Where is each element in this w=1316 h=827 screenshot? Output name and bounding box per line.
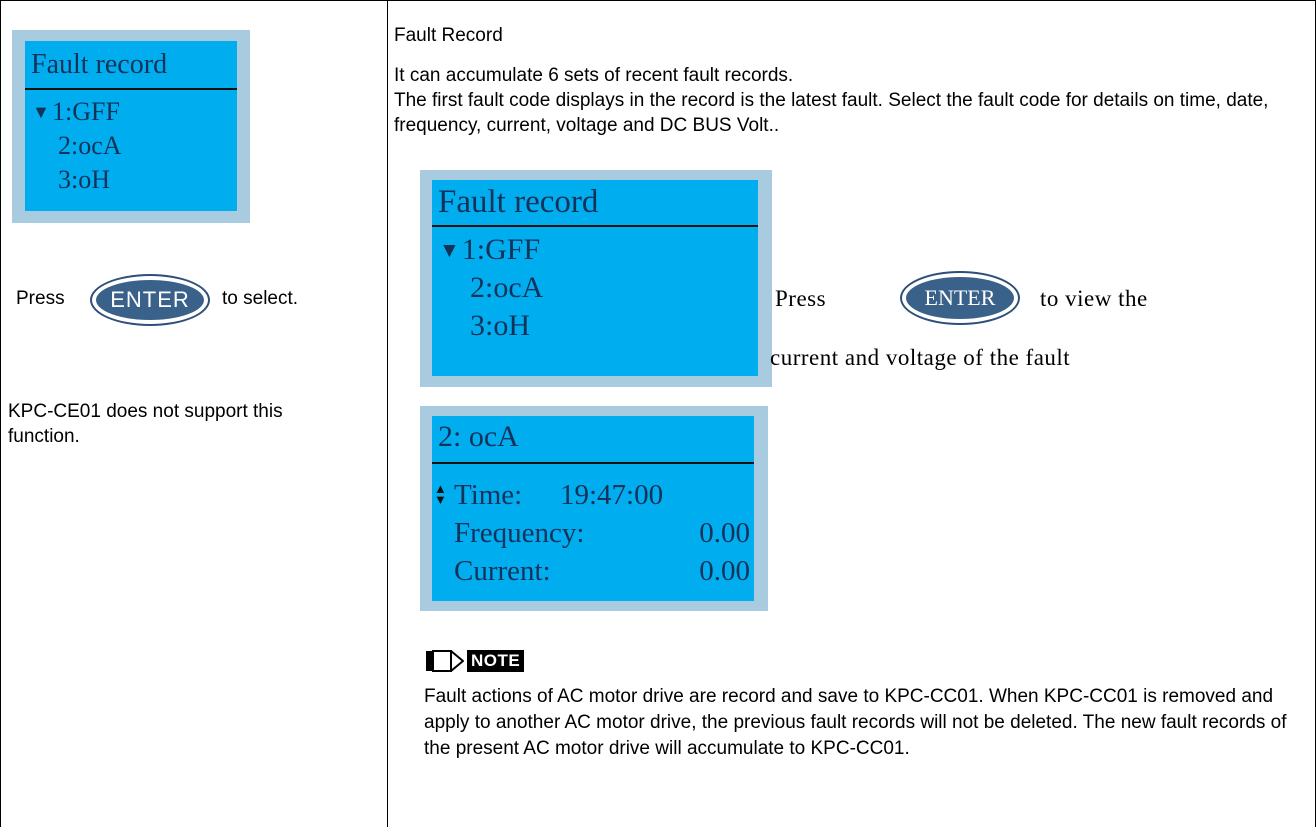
lcd-fault-record-right: Fault record ▼1:GFF 2:ocA 3:oH (420, 170, 772, 387)
enter-button-left[interactable]: ENTER (90, 274, 210, 326)
lcd-current-label: Current: (454, 555, 551, 587)
lcd-item-2: 2:ocA (58, 131, 122, 160)
lcd-item-2: 2:ocA (470, 271, 544, 304)
down-triangle-icon: ▼ (439, 238, 460, 262)
lcd-time-value: 19:47:00 (560, 479, 664, 511)
lcd-item-3: 3:oH (58, 165, 110, 194)
lcd-title: Fault record (31, 49, 168, 80)
lcd-title: 2: ocA (438, 420, 519, 453)
lcd-item-1: ▼1:GFF (32, 97, 120, 126)
enter-button-right[interactable]: ENTER (900, 271, 1020, 325)
press-label-right: Press (775, 286, 827, 311)
note-text: Fault actions of AC motor drive are reco… (424, 686, 1287, 759)
lcd-current-value: 0.00 (699, 555, 750, 587)
view-label: to view the (1040, 286, 1148, 311)
up-down-arrows-icon: ▲ ▼ (434, 481, 447, 507)
enter-label: ENTER (110, 287, 190, 312)
column-divider (387, 0, 388, 827)
lcd-title: Fault record (438, 184, 599, 220)
view-label-line2: current and voltage of the fault (770, 345, 1071, 370)
lcd-fault-detail: 2: ocA ▲ ▼ Time: 19:47:00 Frequency: 0.00… (420, 406, 768, 611)
lcd-fault-record-left: Fault record ▼1:GFF 2:ocA 3:oH (12, 30, 250, 223)
note-label: NOTE (467, 650, 525, 672)
down-triangle-icon: ▼ (32, 102, 51, 122)
lcd-time-label: Time: (454, 479, 523, 511)
fault-record-description: It can accumulate 6 sets of recent fault… (394, 65, 1269, 136)
lcd-item-1: ▼1:GFF (439, 233, 541, 266)
select-label-left: to select. (222, 288, 299, 309)
lcd-frequency-label: Frequency: (454, 517, 585, 549)
lcd-item-3: 3:oH (470, 309, 530, 342)
unsupported-note: KPC-CE01 does not support this function. (8, 401, 283, 447)
section-heading: Fault Record (394, 25, 503, 46)
enter-label: ENTER (924, 285, 996, 310)
lcd-frequency-value: 0.00 (699, 517, 750, 549)
press-label-left: Press (16, 288, 65, 309)
note-icon (426, 650, 464, 672)
